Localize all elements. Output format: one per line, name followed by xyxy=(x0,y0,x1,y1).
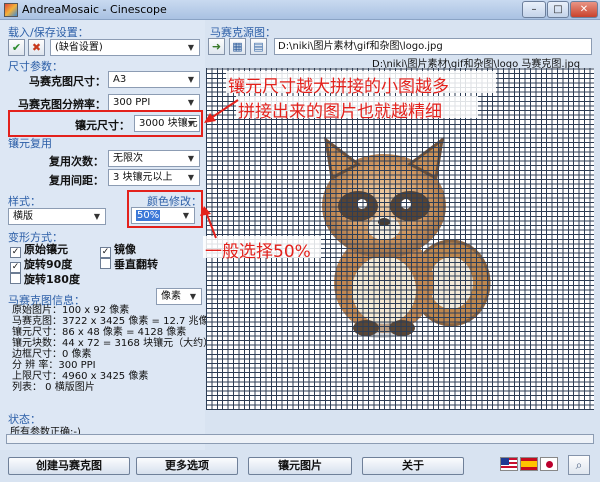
vflip-label: 垂直翻转 xyxy=(114,258,158,271)
resolution-value: 300 PPI xyxy=(113,97,151,108)
folder-button[interactable]: ▤ xyxy=(250,38,267,55)
close-button[interactable]: ✕ xyxy=(570,1,598,18)
chevron-down-icon: ▼ xyxy=(93,212,101,221)
arrow-right-icon: ➜ xyxy=(211,40,222,53)
progress-bar xyxy=(6,434,594,444)
chevron-down-icon: ▼ xyxy=(187,75,195,84)
vflip-checkbox[interactable]: 垂直翻转 xyxy=(100,256,158,272)
chevron-down-icon: ▼ xyxy=(187,98,195,107)
mosaic-size-label: 马赛克图尺寸： xyxy=(29,75,106,88)
chevron-down-icon: ▼ xyxy=(187,154,195,163)
annotation-line2: 拼接出来的图片也就越精细 xyxy=(238,102,442,122)
style-select[interactable]: 横版 ▼ xyxy=(8,208,106,225)
reuse-distance-select[interactable]: 3 块镶元以上 ▼ xyxy=(108,169,200,186)
chevron-down-icon: ▼ xyxy=(189,292,197,301)
preset-value: (缺省设置) xyxy=(55,42,103,53)
info-line: 分 辨 率：300 PPI xyxy=(12,360,96,371)
size-params-section-title: 尺寸参数： xyxy=(8,60,63,73)
load-save-section-title: 载入/保存设置： xyxy=(8,26,89,39)
tile-images-button[interactable]: 镶元图片 xyxy=(248,457,352,475)
checkbox-unchecked-icon xyxy=(10,273,21,284)
mosaic-size-select[interactable]: A3 ▼ xyxy=(108,71,200,88)
annotation-arrow xyxy=(204,99,239,123)
unit-value: 像素 xyxy=(161,291,181,302)
reuse-distance-value: 3 块镶元以上 xyxy=(113,172,173,183)
create-mosaic-button[interactable]: 创建马赛克图 xyxy=(8,457,130,475)
style-value: 横版 xyxy=(13,211,33,222)
style-section-title: 样式： xyxy=(8,195,41,208)
annotation-line1: 镶元尺寸越大拼接的小图越多 xyxy=(228,77,449,97)
unit-select[interactable]: 像素 ▼ xyxy=(156,288,202,305)
spanish-flag-icon[interactable] xyxy=(520,457,538,471)
english-flag-icon[interactable] xyxy=(500,457,518,471)
reuse-section-title: 镶元复用 xyxy=(8,137,52,150)
reuse-distance-label: 复用间距： xyxy=(49,174,104,187)
reuse-times-value: 无限次 xyxy=(113,153,143,164)
annotation-arrow xyxy=(200,206,217,239)
rotate180-label: 旋转180度 xyxy=(24,273,80,286)
window-title: AndreaMosaic - Cinescope xyxy=(22,3,167,16)
info-line: 镶元尺寸：86 x 48 像素 = 4128 像素 xyxy=(12,327,187,338)
info-line: 原始图片：100 x 92 像素 xyxy=(12,305,130,316)
more-options-button[interactable]: 更多选项 xyxy=(136,457,238,475)
resolution-select[interactable]: 300 PPI ▼ xyxy=(108,94,200,111)
app-icon xyxy=(4,3,18,17)
image-icon: ▦ xyxy=(232,40,243,53)
open-source-button[interactable]: ▦ xyxy=(229,38,246,55)
load-settings-button[interactable]: ✔ xyxy=(8,39,25,56)
reuse-times-label: 复用次数： xyxy=(49,155,104,168)
japanese-flag-icon[interactable] xyxy=(540,457,558,471)
info-line: 列表： 0 横版图片 xyxy=(12,382,95,393)
chevron-down-icon: ▼ xyxy=(187,43,195,52)
import-source-button[interactable]: ➜ xyxy=(208,38,225,55)
rotate180-checkbox[interactable]: 旋转180度 xyxy=(10,271,80,287)
color-change-highlight xyxy=(127,190,203,228)
cross-icon: ✖ xyxy=(31,41,42,54)
info-line: 上限尺寸：4960 x 3425 像素 xyxy=(12,371,149,382)
chevron-down-icon: ▼ xyxy=(187,173,195,182)
maximize-button[interactable]: □ xyxy=(547,1,569,18)
title-bar: AndreaMosaic - Cinescope – □ ✕ xyxy=(0,0,600,20)
preset-select[interactable]: (缺省设置) ▼ xyxy=(50,39,200,56)
info-line: 马赛克图：3722 x 3425 像素 = 12.7 兆像素 xyxy=(12,316,219,327)
reuse-times-select[interactable]: 无限次 ▼ xyxy=(108,150,200,167)
tile-size-highlight xyxy=(8,110,203,137)
minimize-button[interactable]: – xyxy=(522,1,546,18)
magnifier-icon: ⌕ xyxy=(575,458,583,472)
about-button[interactable]: 关于 xyxy=(362,457,464,475)
original-tile-label: 原始镶元 xyxy=(24,243,68,256)
rotate90-label: 旋转90度 xyxy=(24,258,73,271)
info-line: 镶元块数：44 x 72 = 3168 块镶元（大约） xyxy=(12,338,214,349)
mosaic-size-value: A3 xyxy=(113,74,127,85)
info-line: 边框尺寸：0 像素 xyxy=(12,349,92,360)
delete-settings-button[interactable]: ✖ xyxy=(28,39,45,56)
checkmark-icon: ✔ xyxy=(11,41,22,54)
mirror-label: 镜像 xyxy=(114,243,136,256)
zoom-button[interactable]: ⌕ xyxy=(568,455,590,475)
checkbox-unchecked-icon xyxy=(100,258,111,269)
folder-icon: ▤ xyxy=(253,40,264,53)
source-path-field[interactable]: D:\niki\图片素材\gif和杂图\logo.jpg xyxy=(274,38,592,55)
